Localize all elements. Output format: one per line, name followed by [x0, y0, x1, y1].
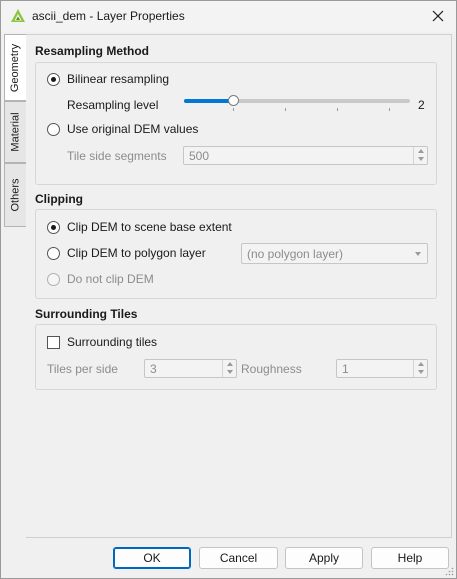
apply-button[interactable]: Apply — [285, 547, 363, 569]
qgis-icon — [11, 9, 25, 22]
window-title: ascii_dem - Layer Properties — [32, 9, 185, 23]
slider-tick — [389, 108, 390, 111]
tab-geometry[interactable]: Geometry — [4, 34, 27, 101]
roughness-label: Roughness — [241, 362, 302, 376]
chevron-up-icon — [417, 362, 424, 366]
tab-others-label: Others — [9, 178, 22, 212]
surrounding-tiles-heading: Surrounding Tiles — [35, 307, 138, 321]
tab-others[interactable]: Others — [4, 163, 27, 227]
slider-tick — [285, 108, 286, 111]
spin-up-button[interactable] — [223, 360, 236, 368]
chevron-down-icon — [417, 157, 424, 161]
chevron-up-icon — [417, 149, 424, 153]
tab-geometry-label: Geometry — [9, 43, 22, 92]
ok-button[interactable]: OK — [113, 547, 191, 569]
clip-scene-extent-label[interactable]: Clip DEM to scene base extent — [67, 220, 232, 234]
spin-up-button[interactable] — [414, 147, 427, 155]
close-button[interactable] — [424, 3, 452, 29]
original-dem-label[interactable]: Use original DEM values — [67, 122, 198, 136]
original-dem-radio[interactable] — [47, 123, 60, 136]
spin-down-button[interactable] — [414, 155, 427, 163]
spin-arrows — [413, 360, 427, 377]
resampling-level-handle[interactable] — [228, 95, 240, 106]
tab-material[interactable]: Material — [4, 101, 27, 163]
clip-polygon-radio[interactable] — [47, 247, 60, 260]
tab-material-label: Material — [9, 112, 22, 152]
tiles-per-side-label: Tiles per side — [47, 362, 118, 376]
spin-down-button[interactable] — [223, 368, 236, 376]
polygon-layer-value: (no polygon layer) — [247, 247, 344, 261]
spin-up-button[interactable] — [414, 360, 427, 368]
clip-scene-extent-radio[interactable] — [47, 221, 60, 234]
resampling-level-value: 2 — [418, 98, 425, 112]
chevron-up-icon — [226, 362, 233, 366]
slider-tick — [337, 108, 338, 111]
no-clip-radio[interactable] — [47, 273, 60, 286]
resize-grip-icon[interactable] — [445, 567, 454, 576]
no-clip-label: Do not clip DEM — [67, 272, 154, 286]
clip-polygon-label[interactable]: Clip DEM to polygon layer — [67, 246, 206, 260]
clipping-group: Clip DEM to scene base extent Clip DEM t… — [35, 209, 437, 299]
roughness-spinbox[interactable]: 1 — [336, 359, 428, 378]
resampling-group: Bilinear resampling Resampling level 2 U… — [35, 62, 437, 185]
bilinear-resampling-label[interactable]: Bilinear resampling — [67, 72, 169, 86]
tile-side-segments-spinbox[interactable]: 500 — [183, 146, 428, 165]
bilinear-resampling-radio[interactable] — [47, 73, 60, 86]
slider-tick — [233, 108, 234, 111]
close-icon — [432, 10, 444, 22]
clipping-heading: Clipping — [35, 192, 83, 206]
chevron-down-icon — [417, 370, 424, 374]
help-button[interactable]: Help — [371, 547, 449, 569]
resampling-method-heading: Resampling Method — [35, 44, 150, 58]
polygon-layer-combo[interactable]: (no polygon layer) — [241, 243, 428, 264]
roughness-value: 1 — [342, 362, 349, 376]
geometry-panel: Resampling Method Bilinear resampling Re… — [26, 34, 452, 538]
title-bar[interactable]: ascii_dem - Layer Properties — [1, 1, 456, 32]
resampling-level-fill — [184, 99, 234, 103]
surrounding-tiles-label[interactable]: Surrounding tiles — [67, 335, 157, 349]
spin-arrows — [222, 360, 236, 377]
tile-side-segments-value: 500 — [189, 149, 210, 163]
layer-properties-dialog: ascii_dem - Layer Properties Geometry Ma… — [0, 0, 457, 579]
chevron-down-icon — [226, 370, 233, 374]
tile-side-segments-label: Tile side segments — [67, 149, 167, 163]
surrounding-tiles-checkbox[interactable] — [47, 336, 60, 349]
tiles-per-side-spinbox[interactable]: 3 — [144, 359, 237, 378]
spin-arrows — [413, 147, 427, 164]
surrounding-tiles-group: Surrounding tiles Tiles per side 3 Rough… — [35, 324, 437, 390]
resampling-level-label: Resampling level — [67, 98, 159, 112]
spin-down-button[interactable] — [414, 368, 427, 376]
tiles-per-side-value: 3 — [150, 362, 157, 376]
chevron-down-icon — [415, 252, 421, 256]
cancel-button[interactable]: Cancel — [199, 547, 278, 569]
